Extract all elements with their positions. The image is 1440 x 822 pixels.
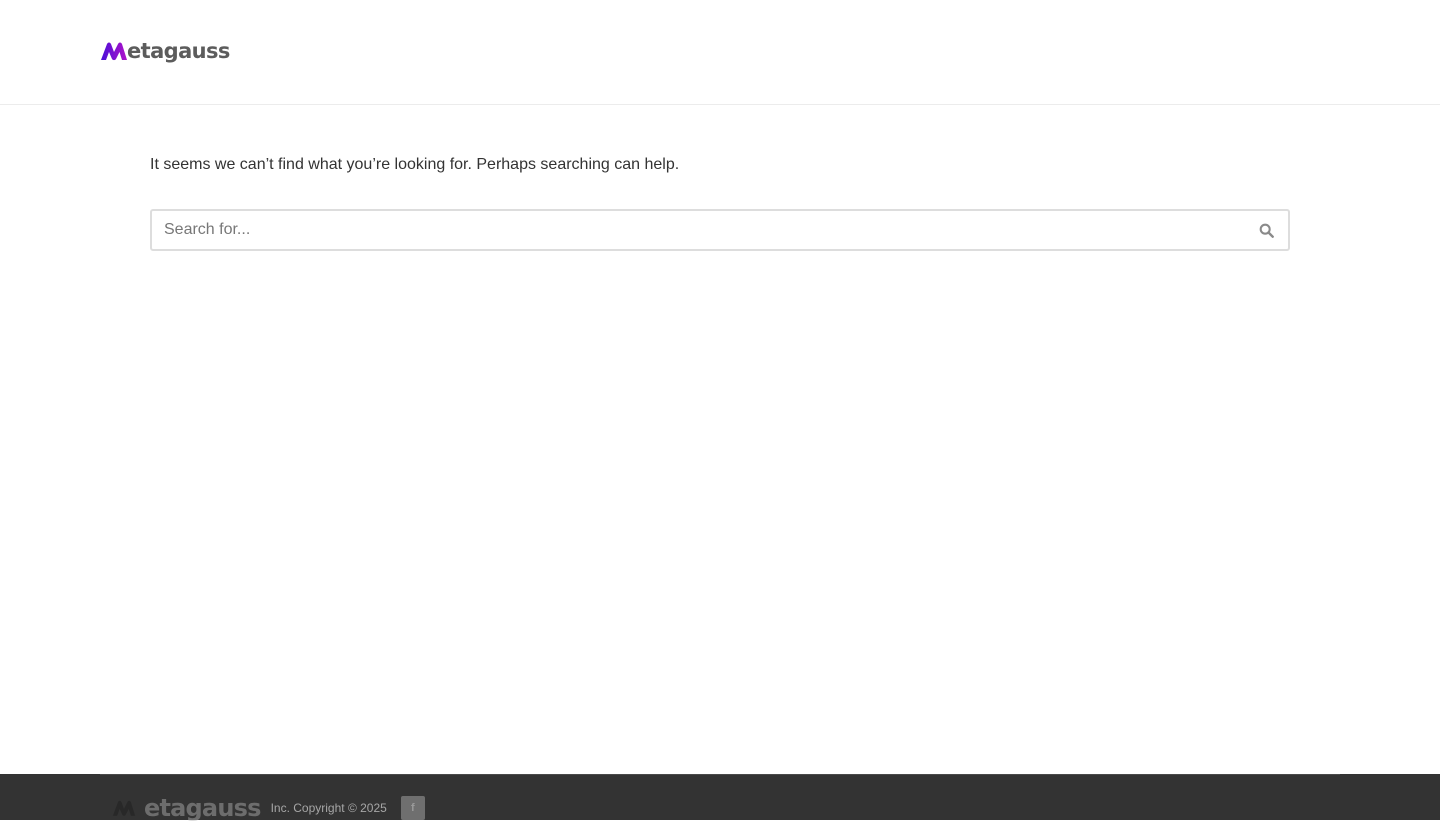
search-icon	[1259, 223, 1274, 238]
search-submit-button[interactable]	[1244, 211, 1288, 249]
footer-logo-wordmark: etagauss	[144, 794, 261, 822]
not-found-message: It seems we can’t find what you’re looki…	[150, 156, 680, 173]
footer-logo: etagauss	[112, 796, 261, 820]
search-input[interactable]	[152, 211, 1244, 249]
footer-row: etagauss Inc. Copyright © 2025 f	[112, 795, 425, 821]
logo-wordmark: etagauss	[127, 38, 230, 63]
facebook-icon: f	[410, 802, 415, 814]
site-header: etagauss	[0, 0, 1440, 105]
site-footer: etagauss Inc. Copyright © 2025 f	[0, 774, 1440, 820]
copyright-text: Inc. Copyright © 2025	[270, 801, 387, 815]
footer-divider	[100, 774, 1340, 775]
facebook-link[interactable]: f	[400, 796, 425, 820]
site-logo-link[interactable]: etagauss	[100, 37, 230, 65]
metagauss-m-logo-icon	[112, 800, 136, 816]
metagauss-m-logo-icon	[101, 42, 127, 61]
search-form	[150, 209, 1290, 251]
